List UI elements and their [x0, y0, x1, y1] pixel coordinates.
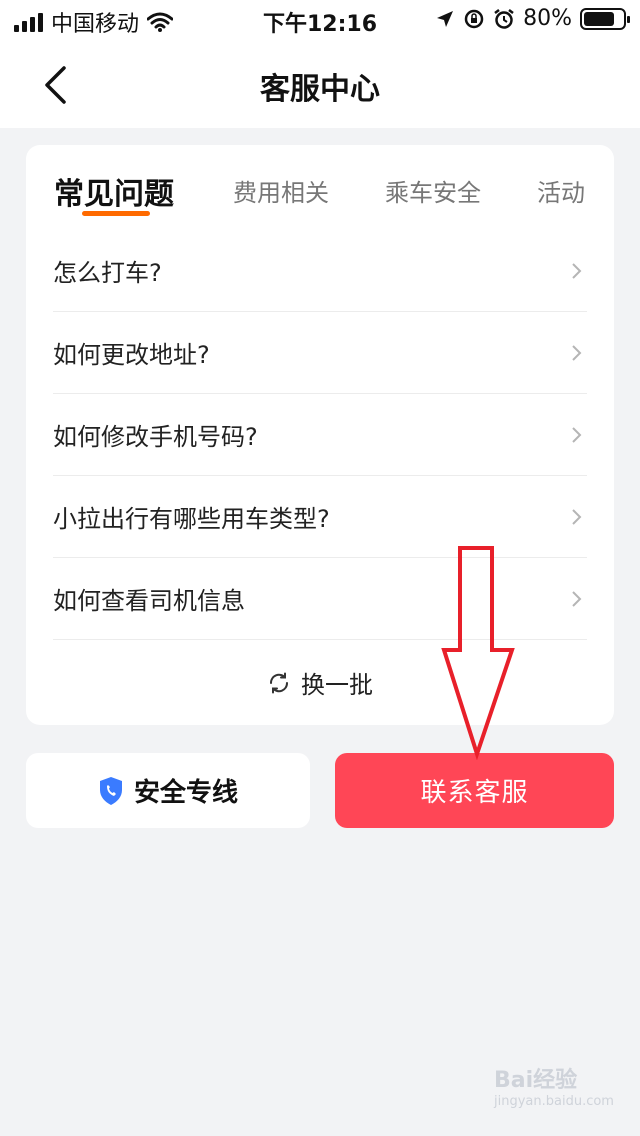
- chevron-right-icon: [571, 425, 587, 445]
- faq-item[interactable]: 如何修改手机号码?: [53, 394, 587, 476]
- chevron-right-icon: [571, 261, 587, 281]
- battery-percent: 80%: [523, 6, 572, 31]
- chevron-right-icon: [571, 589, 587, 609]
- faq-question: 小拉出行有哪些用车类型?: [53, 505, 330, 533]
- faq-list: 怎么打车? 如何更改地址? 如何修改手机号码? 小拉出行有哪些用车类型? 如何查…: [53, 230, 587, 640]
- chevron-right-icon: [571, 343, 587, 363]
- rotation-lock-icon: [464, 9, 484, 28]
- shield-phone-icon: [99, 776, 122, 805]
- faq-question: 如何修改手机号码?: [53, 423, 258, 451]
- safety-line-button[interactable]: 安全专线: [26, 753, 310, 828]
- status-right: 80%: [435, 6, 630, 31]
- location-icon: [437, 10, 454, 27]
- tab-fees[interactable]: 费用相关: [233, 173, 329, 208]
- contact-service-label: 联系客服: [420, 778, 529, 808]
- watermark: Bai经验 jingyan.baidu.com: [494, 1062, 614, 1118]
- faq-question: 如何查看司机信息: [53, 587, 245, 615]
- active-tab-indicator: [82, 211, 150, 216]
- faq-item[interactable]: 如何更改地址?: [53, 312, 587, 394]
- watermark-logo: Bai经验: [494, 1068, 578, 1093]
- tab-common-questions[interactable]: 常见问题: [54, 169, 174, 213]
- contact-service-button[interactable]: 联系客服: [335, 753, 614, 828]
- battery-icon: [580, 7, 630, 30]
- tab-ride-safety[interactable]: 乘车安全: [385, 173, 481, 208]
- faq-item[interactable]: 怎么打车?: [53, 230, 587, 312]
- category-tabs: 常见问题 费用相关 乘车安全 活动: [26, 145, 614, 230]
- faq-item[interactable]: 如何查看司机信息: [53, 558, 587, 640]
- faq-card: 常见问题 费用相关 乘车安全 活动 怎么打车? 如何更改地址? 如何修改手机号码…: [26, 145, 614, 725]
- tab-activities[interactable]: 活动: [537, 173, 585, 208]
- refresh-button[interactable]: 换一批: [26, 665, 614, 700]
- battery-fill: [584, 11, 615, 26]
- alarm-icon: [494, 8, 514, 29]
- refresh-label: 换一批: [301, 671, 373, 699]
- safety-line-label: 安全专线: [133, 778, 238, 808]
- faq-question: 如何更改地址?: [53, 341, 210, 369]
- refresh-icon: [269, 672, 289, 693]
- page-title: 客服中心: [260, 72, 380, 107]
- faq-item[interactable]: 小拉出行有哪些用车类型?: [53, 476, 587, 558]
- nav-bar: 客服中心: [0, 40, 640, 128]
- chevron-right-icon: [571, 507, 587, 527]
- faq-question: 怎么打车?: [53, 259, 162, 287]
- status-bar: 中国移动 下午12:16 80%: [0, 0, 640, 40]
- watermark-site: jingyan.baidu.com: [494, 1094, 614, 1109]
